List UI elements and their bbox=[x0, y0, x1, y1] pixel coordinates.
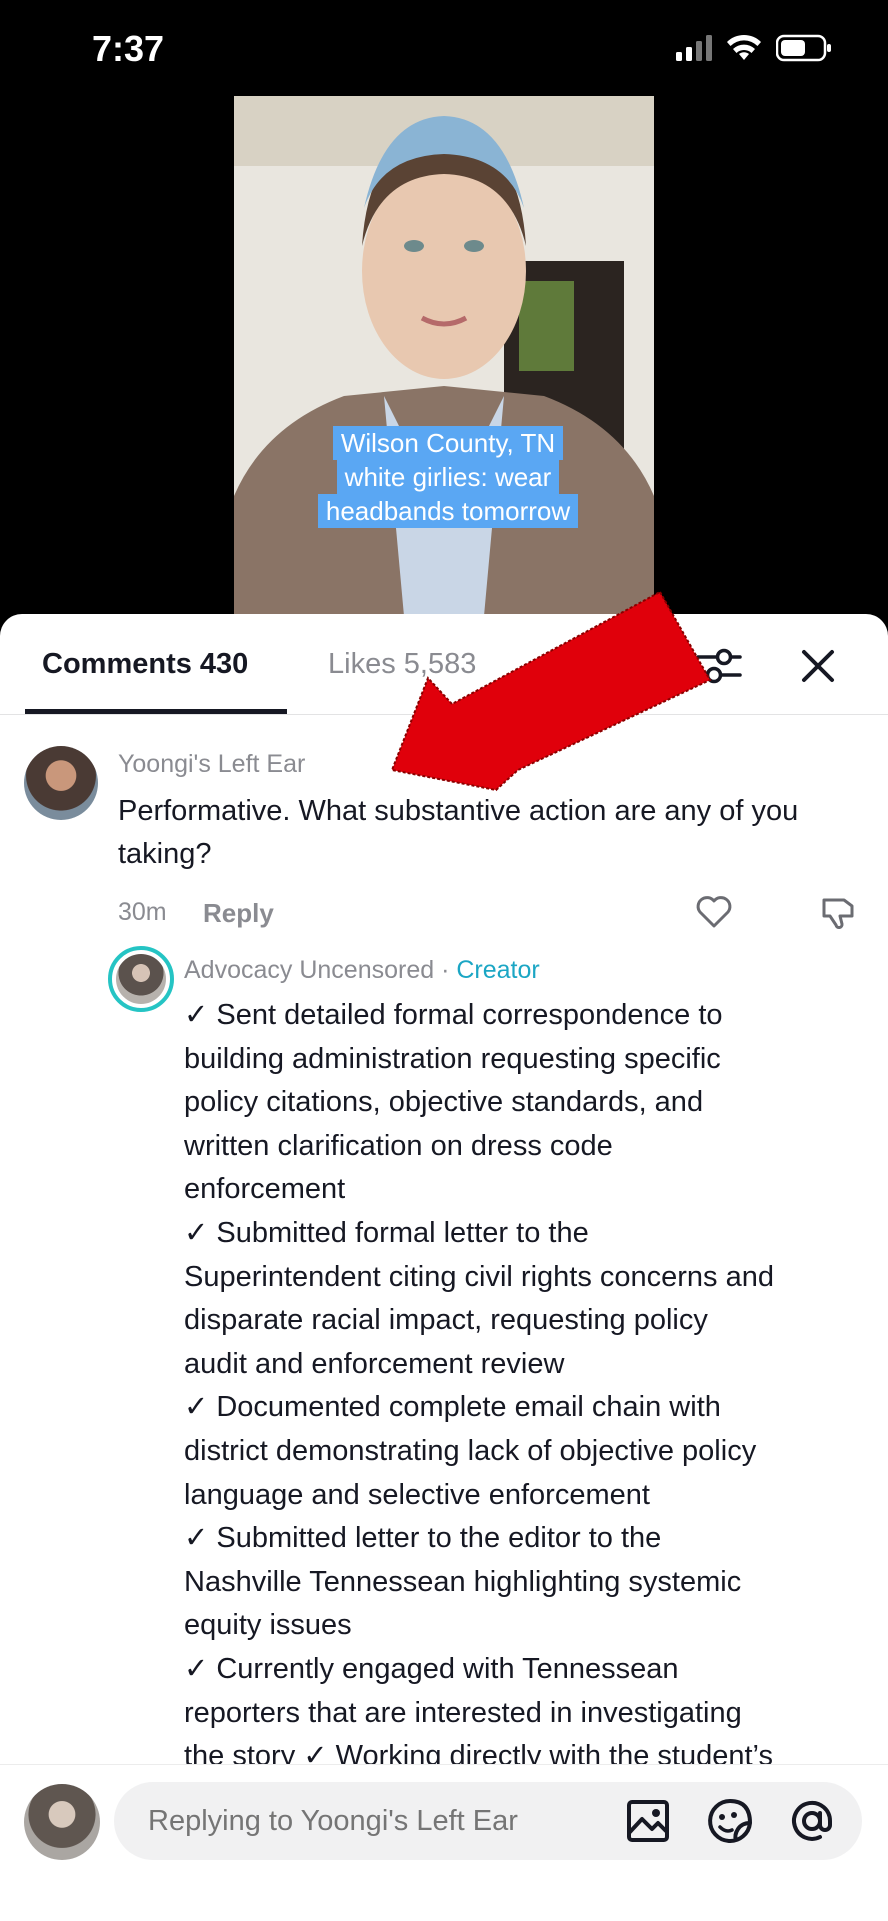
video-player[interactable] bbox=[234, 96, 654, 616]
video-caption: Wilson County, TN white girlies: wear he… bbox=[290, 426, 606, 528]
sticker-icon[interactable] bbox=[706, 1797, 754, 1845]
status-icons bbox=[676, 34, 832, 62]
comment-username[interactable]: Yoongi's Left Ear bbox=[118, 750, 305, 779]
reply-text-line: audit and enforcement review bbox=[184, 1347, 565, 1380]
reply-text-line: ✓ Sent detailed formal correspondence to bbox=[184, 999, 723, 1031]
reply-text-line: ✓ Submitted formal letter to the bbox=[184, 1216, 589, 1249]
reply-username[interactable]: Advocacy Uncensored bbox=[184, 956, 434, 984]
reply-text-line: Superintendent citing civil rights conce… bbox=[184, 1260, 774, 1293]
comment-time: 30m bbox=[118, 898, 167, 926]
signal-icon bbox=[676, 35, 712, 61]
mention-icon[interactable] bbox=[788, 1797, 836, 1845]
reply-text-line: ✓ Documented complete email chain with bbox=[184, 1391, 721, 1424]
reply-text-line: district demonstrating lack of objective… bbox=[184, 1434, 757, 1467]
battery-icon bbox=[776, 34, 831, 62]
comment-avatar[interactable] bbox=[24, 746, 98, 820]
dislike-icon[interactable] bbox=[818, 892, 858, 932]
wifi-icon bbox=[727, 34, 761, 60]
caption-line-3: headbands tomorrow bbox=[317, 494, 579, 528]
reply-text-line: Nashville Tennessean highlighting system… bbox=[184, 1565, 742, 1598]
reply-avatar[interactable] bbox=[116, 954, 166, 1004]
video-frame-image bbox=[234, 96, 654, 616]
reply-text-line: disparate racial impact, requesting poli… bbox=[184, 1304, 708, 1337]
reply-text-line: language and selective enforcement bbox=[184, 1478, 650, 1511]
reply-button[interactable]: Reply bbox=[203, 898, 274, 929]
annotation-arrow-icon bbox=[390, 590, 712, 792]
heart-icon[interactable] bbox=[694, 892, 734, 932]
comments-sheet: Comments 430 Likes 5,583 Yoongi's Left E… bbox=[0, 614, 888, 1920]
status-time: 7:37 bbox=[92, 28, 165, 69]
reply-header: Advocacy Uncensored · Creator bbox=[184, 956, 540, 985]
reply-text-line: enforcement bbox=[184, 1173, 346, 1206]
reply-text-line: ✓ Submitted letter to the editor to the bbox=[184, 1522, 662, 1555]
close-icon[interactable] bbox=[796, 644, 840, 688]
reply-text-line: policy citations, objective standards, a… bbox=[184, 1086, 704, 1119]
tab-comments[interactable]: Comments 430 bbox=[42, 648, 248, 681]
image-icon[interactable] bbox=[624, 1797, 672, 1845]
reply-text-line: equity issues bbox=[184, 1609, 352, 1642]
caption-line-2: white girlies: wear bbox=[336, 460, 560, 494]
reply-text-line: reporters that are interested in investi… bbox=[184, 1696, 742, 1729]
reply-text-line: ✓ Currently engaged with Tennessean bbox=[184, 1652, 679, 1685]
reply-text-line: building administration requesting speci… bbox=[184, 1042, 721, 1075]
reply-text-line: written clarification on dress code bbox=[184, 1129, 613, 1162]
creator-badge: Creator bbox=[456, 956, 540, 984]
caption-line-1: Wilson County, TN bbox=[332, 426, 564, 460]
reply-separator: · bbox=[434, 956, 457, 984]
active-tab-indicator bbox=[25, 709, 287, 714]
reply-text: ✓ Sent detailed formal correspondence to… bbox=[184, 994, 864, 1779]
comment-text: Performative. What substantive action ar… bbox=[118, 795, 799, 870]
my-avatar bbox=[24, 1784, 100, 1860]
